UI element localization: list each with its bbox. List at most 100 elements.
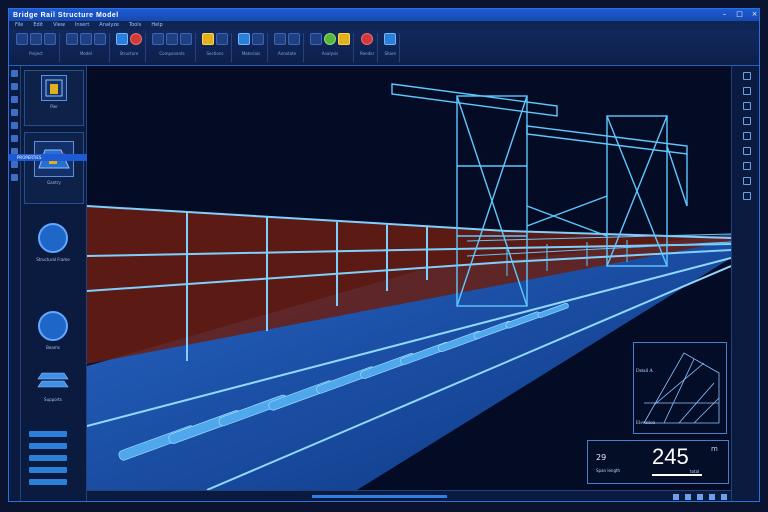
joint-icon[interactable]	[180, 33, 192, 45]
save-icon[interactable]	[44, 33, 56, 45]
menu-edit[interactable]: Edit	[33, 21, 43, 30]
layers-toggle-icon[interactable]	[11, 161, 18, 168]
span-readout: 29 245 m Span length total	[587, 440, 729, 484]
list-button[interactable]	[29, 479, 67, 485]
maximize-icon[interactable]: □	[735, 10, 744, 19]
ribbon-group-label: Materials	[241, 51, 261, 56]
menu-insert[interactable]: Insert	[75, 21, 89, 30]
detail-inset[interactable]: Detail A Elevation	[633, 342, 727, 434]
ribbon-group-components: Components	[149, 33, 196, 62]
ribbon-group-label: Model	[79, 51, 92, 56]
browser-card-gantry[interactable]: Gantry	[24, 132, 84, 204]
filter-icon[interactable]	[721, 494, 727, 500]
grid-icon[interactable]	[94, 33, 106, 45]
texture-icon[interactable]	[252, 33, 264, 45]
column-icon[interactable]	[130, 33, 142, 45]
clip-icon[interactable]	[742, 162, 751, 170]
cube-icon[interactable]	[66, 33, 78, 45]
load-icon[interactable]	[338, 33, 350, 45]
menu-view[interactable]: View	[53, 21, 65, 30]
tile-label: Supports	[44, 397, 62, 402]
horizontal-scrollbar[interactable]	[312, 495, 447, 498]
minimize-icon[interactable]: –	[720, 10, 729, 19]
tile-label: Structural Frame	[36, 257, 70, 262]
pier-thumbnail	[41, 75, 67, 101]
open-icon[interactable]	[30, 33, 42, 45]
render-icon[interactable]	[361, 33, 374, 45]
list-button[interactable]	[29, 467, 67, 473]
status-icons	[673, 494, 727, 500]
ribbon-group-materials: Materials	[235, 33, 268, 62]
fit-view-icon[interactable]	[742, 117, 751, 125]
truss-icon[interactable]	[152, 33, 164, 45]
section-icon[interactable]	[202, 33, 214, 45]
share-icon[interactable]	[384, 33, 397, 45]
zoom-icon[interactable]	[11, 109, 18, 116]
view-cube-icon[interactable]	[742, 72, 751, 80]
left-toolbar	[9, 66, 21, 501]
menu-help[interactable]: Help	[151, 21, 162, 30]
detail-title: Detail A	[636, 369, 653, 374]
ribbon-group-model: Model	[63, 33, 110, 62]
card-label: Pier	[50, 104, 58, 109]
pen-icon[interactable]	[310, 33, 322, 45]
ribbon-group-label: Render	[360, 51, 375, 56]
ribbon-group-project: Project	[13, 33, 60, 62]
ortho-icon[interactable]	[685, 494, 691, 500]
profile-icon[interactable]	[216, 33, 228, 45]
tile-structural-frame[interactable]: Structural Frame	[29, 223, 77, 262]
rail-icon[interactable]	[166, 33, 178, 45]
detail-truss-image	[643, 352, 720, 424]
menu-file[interactable]: File	[15, 21, 23, 30]
dimension-icon[interactable]	[274, 33, 286, 45]
ribbon-group-render: Render	[357, 33, 379, 62]
ribbon-group-analysis: Analysis	[307, 33, 354, 62]
3d-viewport[interactable]: Detail A Elevation 29 245 m Span length …	[87, 66, 731, 490]
beam-profile-icon	[38, 311, 68, 341]
rotate-icon[interactable]	[11, 96, 18, 103]
beam-icon[interactable]	[116, 33, 128, 45]
run-analysis-icon[interactable]	[324, 33, 336, 45]
menu-tools[interactable]: Tools	[129, 21, 141, 30]
readout-value: 245	[652, 444, 689, 469]
readout-small-value: 29	[596, 453, 607, 462]
ribbon-group-label: Structure	[119, 51, 139, 56]
material-icon[interactable]	[238, 33, 250, 45]
ribbon-group-label: Annotate	[277, 51, 297, 56]
status-bar	[87, 490, 731, 501]
home-view-icon[interactable]	[742, 87, 751, 95]
card-label: Gantry	[47, 180, 61, 185]
visual-style-icon[interactable]	[742, 132, 751, 140]
camera-icon[interactable]	[11, 174, 18, 181]
readout-underline	[652, 474, 702, 476]
measure-icon[interactable]	[11, 135, 18, 142]
tile-beams[interactable]: Beams	[29, 311, 77, 350]
menu-analyze[interactable]: Analyze	[99, 21, 119, 30]
ribbon-group-label: Analysis	[321, 51, 339, 56]
grid-toggle-icon[interactable]	[697, 494, 703, 500]
title-bar: Bridge Rail Structure Model – □ ×	[9, 9, 759, 21]
select-icon[interactable]	[11, 70, 18, 77]
isolate-icon[interactable]	[742, 177, 751, 185]
tile-supports[interactable]: Supports	[29, 369, 77, 402]
move-icon[interactable]	[11, 83, 18, 90]
close-icon[interactable]: ×	[750, 10, 759, 19]
scale-icon[interactable]	[709, 494, 715, 500]
snap-icon[interactable]	[673, 494, 679, 500]
browser-card-pier[interactable]: Pier	[24, 70, 84, 126]
list-button[interactable]	[29, 455, 67, 461]
settings-icon[interactable]	[742, 192, 751, 200]
list-button[interactable]	[29, 431, 67, 437]
list-button[interactable]	[29, 443, 67, 449]
layers-icon[interactable]	[80, 33, 92, 45]
pan-icon[interactable]	[11, 122, 18, 129]
new-icon[interactable]	[16, 33, 28, 45]
ribbon-group-label: Components	[159, 51, 185, 56]
right-toolbar	[731, 66, 759, 501]
ribbon-group-label: Sections	[206, 51, 224, 56]
text-icon[interactable]	[288, 33, 300, 45]
menu-bar: File Edit View Insert Analyze Tools Help	[9, 21, 759, 30]
shadow-icon[interactable]	[742, 147, 751, 155]
orbit-icon[interactable]	[742, 102, 751, 110]
app-window: Bridge Rail Structure Model – □ × File E…	[8, 8, 760, 502]
